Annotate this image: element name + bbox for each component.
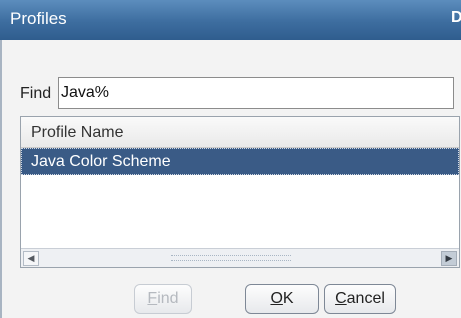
horizontal-scrollbar[interactable]: ◀ ▶ [21, 248, 459, 267]
arrow-left-icon[interactable]: ◀ [23, 251, 39, 266]
profile-list: Profile Name Java Color Scheme ◀ ▶ [20, 116, 460, 268]
ok-button-label: K [282, 290, 294, 307]
list-item[interactable]: Java Color Scheme [21, 148, 459, 175]
column-header-profile-name: Profile Name [31, 124, 124, 141]
list-header[interactable]: Profile Name [21, 117, 459, 148]
close-icon[interactable]: D [451, 8, 461, 28]
arrow-right-icon[interactable]: ▶ [441, 251, 457, 266]
ok-button[interactable]: OK [245, 284, 319, 314]
list-item-label: Java Color Scheme [31, 153, 171, 170]
cancel-button[interactable]: Cancel [324, 284, 396, 314]
find-button[interactable]: Find [134, 284, 192, 314]
find-mnemonic: F [147, 290, 158, 307]
ok-mnemonic: O [270, 290, 283, 307]
find-button-label: ind [157, 290, 179, 307]
find-input[interactable] [58, 77, 454, 109]
cancel-mnemonic: C [335, 290, 347, 307]
find-label: Find [20, 85, 52, 102]
cancel-button-label: ancel [346, 290, 385, 307]
window-title: Profiles [10, 9, 67, 28]
scroll-thumb[interactable] [171, 255, 291, 261]
title-bar: Profiles D [0, 0, 461, 40]
